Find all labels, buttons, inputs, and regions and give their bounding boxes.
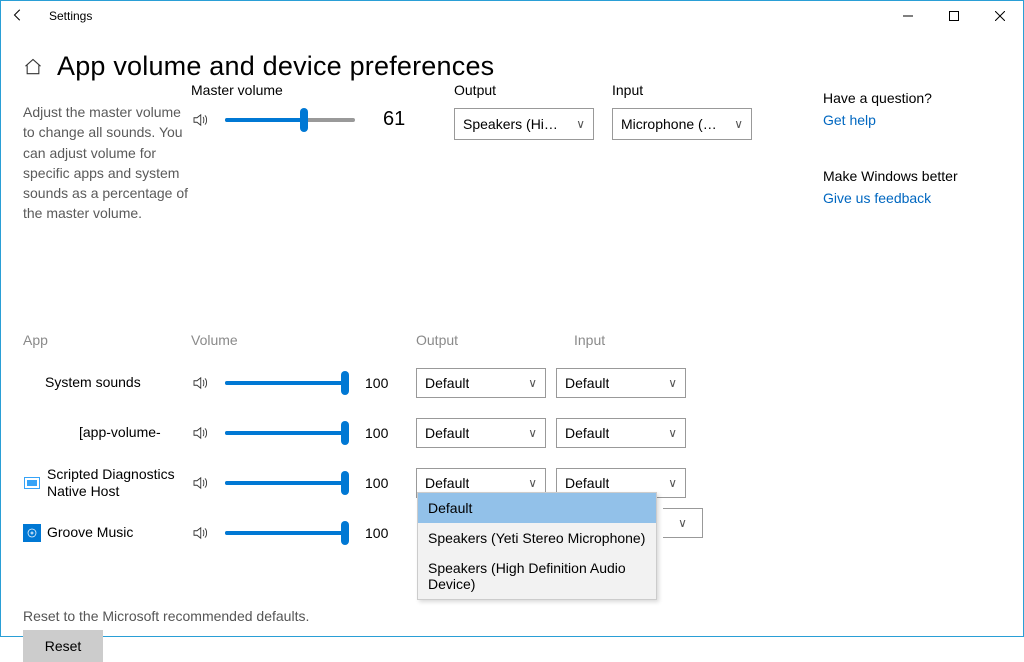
chevron-down-icon: ∨ (668, 376, 677, 390)
page-title: App volume and device preferences (57, 51, 494, 82)
dropdown-option[interactable]: Default (418, 493, 656, 523)
minimize-button[interactable] (885, 1, 931, 31)
output-dropdown-list: Default Speakers (Yeti Stereo Microphone… (417, 492, 657, 600)
home-icon[interactable] (23, 57, 43, 82)
app-name: System sounds (45, 374, 141, 391)
get-help-link[interactable]: Get help (823, 112, 958, 128)
window-title: Settings (49, 9, 92, 23)
reset-description: Reset to the Microsoft recommended defau… (23, 608, 823, 624)
app-input-combo[interactable]: ∨ (663, 508, 703, 538)
chevron-down-icon: ∨ (668, 476, 677, 490)
app-volume-value: 100 (365, 425, 395, 441)
app-list-header: App Volume Output Input (23, 332, 823, 348)
master-input-combo[interactable]: Microphone (Yeti S… ∨ (612, 108, 752, 140)
app-input-combo[interactable]: Default∨ (556, 418, 686, 448)
app-volume-value: 100 (365, 525, 395, 541)
app-volume-value: 100 (365, 375, 395, 391)
reset-button[interactable]: Reset (23, 630, 103, 662)
speaker-icon (191, 374, 217, 392)
master-volume-label: Master volume (191, 82, 416, 98)
chevron-down-icon: ∨ (678, 516, 687, 530)
app-output-combo[interactable]: Default∨ (416, 418, 546, 448)
app-row: System sounds 100 Default∨ Default∨ (23, 358, 823, 408)
app-name: Groove Music (47, 524, 133, 541)
app-volume-value: 100 (365, 475, 395, 491)
speaker-icon (191, 111, 217, 129)
chevron-down-icon: ∨ (576, 117, 585, 131)
intro-text: Adjust the master volume to change all s… (23, 82, 191, 224)
master-input-label: Input (612, 82, 752, 98)
back-button[interactable] (11, 8, 35, 25)
speaker-icon (191, 524, 217, 542)
scripted-diagnostics-icon (23, 474, 41, 492)
app-name: [app-volume- (79, 424, 161, 441)
feedback-link[interactable]: Give us feedback (823, 190, 958, 206)
help-heading: Have a question? (823, 90, 958, 106)
app-output-combo[interactable]: Default∨ (416, 368, 546, 398)
master-output-label: Output (454, 82, 594, 98)
app-volume-slider[interactable]: 100 (191, 424, 416, 442)
app-volume-slider[interactable]: 100 (191, 524, 416, 542)
titlebar: Settings (1, 1, 1023, 31)
speaker-icon (191, 474, 217, 492)
master-volume-value: 61 (383, 108, 413, 131)
chevron-down-icon: ∨ (528, 476, 537, 490)
chevron-down-icon: ∨ (528, 376, 537, 390)
app-input-combo[interactable]: Default∨ (556, 368, 686, 398)
app-name: Scripted Diagnostics Native Host (47, 466, 177, 500)
chevron-down-icon: ∨ (668, 426, 677, 440)
window-controls (885, 1, 1023, 31)
dropdown-option[interactable]: Speakers (High Definition Audio Device) (418, 553, 656, 599)
app-row: [app-volume- 100 Default∨ Default∨ (23, 408, 823, 458)
app-volume-slider[interactable]: 100 (191, 474, 416, 492)
chevron-down-icon: ∨ (734, 117, 743, 131)
close-button[interactable] (977, 1, 1023, 31)
master-output-combo[interactable]: Speakers (High De… ∨ (454, 108, 594, 140)
dropdown-option[interactable]: Speakers (Yeti Stereo Microphone) (418, 523, 656, 553)
groove-music-icon (23, 524, 41, 542)
app-volume-slider[interactable]: 100 (191, 374, 416, 392)
chevron-down-icon: ∨ (528, 426, 537, 440)
maximize-button[interactable] (931, 1, 977, 31)
speaker-icon (191, 424, 217, 442)
app-row: Groove Music 100 ∨ Default Speakers (Yet… (23, 508, 823, 558)
feedback-heading: Make Windows better (823, 168, 958, 184)
master-volume-slider[interactable] (191, 111, 363, 129)
